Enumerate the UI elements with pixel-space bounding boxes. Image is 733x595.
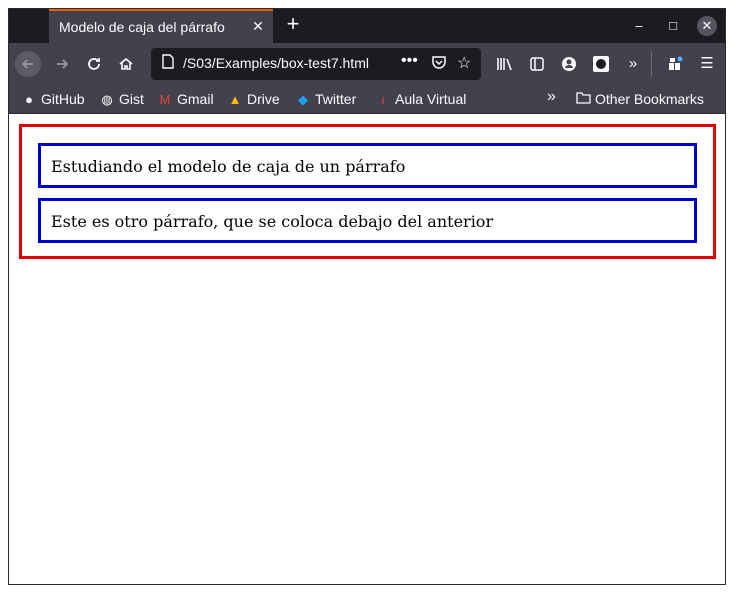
page-actions-icon[interactable]: ••• xyxy=(401,52,418,70)
bookmark-other-bookmarks[interactable]: Other Bookmarks xyxy=(575,90,704,108)
bookmark-label: Gmail xyxy=(177,91,214,107)
bookmark-gmail[interactable]: M Gmail xyxy=(157,90,214,108)
bookmark-aula-virtual[interactable]: ı Aula Virtual xyxy=(375,90,466,108)
overflow-chevron-icon[interactable]: » xyxy=(621,51,645,77)
twitter-icon: ◆ xyxy=(298,92,308,107)
page-content: Estudiando el modelo de caja de un párra… xyxy=(9,114,725,584)
paragraph-box: Este es otro párrafo, que se coloca deba… xyxy=(38,198,697,243)
paragraph-box: Estudiando el modelo de caja de un párra… xyxy=(38,143,697,188)
close-window-button[interactable]: ✕ xyxy=(697,16,717,36)
bookmark-gist[interactable]: ◍ Gist xyxy=(99,90,144,108)
bookmark-label: Aula Virtual xyxy=(395,91,467,107)
bookmark-star-icon[interactable]: ☆ xyxy=(457,53,471,73)
github-extension-icon[interactable] xyxy=(589,51,613,77)
bookmark-label: Twitter xyxy=(315,91,357,107)
menu-icon[interactable]: ☰ xyxy=(695,51,719,77)
outer-container-box: Estudiando el modelo de caja de un párra… xyxy=(19,124,716,259)
bookmark-label: Other Bookmarks xyxy=(595,91,704,107)
drive-icon: ▲ xyxy=(228,92,242,107)
back-button[interactable] xyxy=(15,51,41,77)
sidebar-icon[interactable] xyxy=(525,51,549,77)
home-icon xyxy=(119,57,133,70)
library-icon[interactable] xyxy=(493,51,517,77)
bookmarks-overflow-icon[interactable]: » xyxy=(547,88,556,106)
gmail-icon: M xyxy=(159,92,171,107)
browser-window: Modelo de caja del párrafo ✕ + – □ ✕ /S0… xyxy=(8,8,726,585)
url-text[interactable]: /S03/Examples/box-test7.html xyxy=(183,55,393,71)
bookmark-github[interactable]: ● GitHub xyxy=(21,90,85,108)
reload-icon xyxy=(88,58,100,70)
forward-button[interactable] xyxy=(49,51,75,77)
bookmark-label: Gist xyxy=(119,91,144,107)
navigation-bar: /S03/Examples/box-test7.html ••• ☆ » ☰ xyxy=(9,43,725,85)
new-tab-button[interactable]: + xyxy=(281,13,305,37)
home-button[interactable] xyxy=(113,51,139,77)
globe-icon: ◍ xyxy=(101,92,113,107)
back-arrow-icon xyxy=(21,59,33,69)
extensions-icon[interactable] xyxy=(663,51,687,77)
github-icon: ● xyxy=(25,92,33,107)
bookmarks-bar: ● GitHub ◍ Gist M Gmail ▲ Drive ◆ Twitter ı Au… xyxy=(9,85,725,113)
folder-icon xyxy=(575,91,591,109)
bookmark-label: GitHub xyxy=(41,91,85,107)
account-icon[interactable] xyxy=(557,51,581,77)
bookmark-drive[interactable]: ▲ Drive xyxy=(227,90,280,108)
bookmark-label: Drive xyxy=(247,91,280,107)
toolbar-separator xyxy=(651,51,652,77)
bookmark-twitter[interactable]: ◆ Twitter xyxy=(295,90,356,108)
page-icon xyxy=(159,54,177,74)
maximize-button[interactable]: □ xyxy=(663,16,683,36)
aula-icon: ı xyxy=(381,92,385,107)
minimize-button[interactable]: – xyxy=(629,16,649,36)
tab-close-icon[interactable]: ✕ xyxy=(249,17,267,35)
forward-arrow-icon xyxy=(57,59,69,69)
tab-title: Modelo de caja del párrafo xyxy=(59,19,225,35)
reload-button[interactable] xyxy=(81,51,107,77)
pocket-icon[interactable] xyxy=(431,54,447,73)
url-bar[interactable]: /S03/Examples/box-test7.html ••• ☆ xyxy=(151,48,481,80)
tab-active[interactable]: Modelo de caja del párrafo ✕ xyxy=(49,9,273,43)
tab-strip: Modelo de caja del párrafo ✕ + – □ ✕ xyxy=(9,9,725,43)
